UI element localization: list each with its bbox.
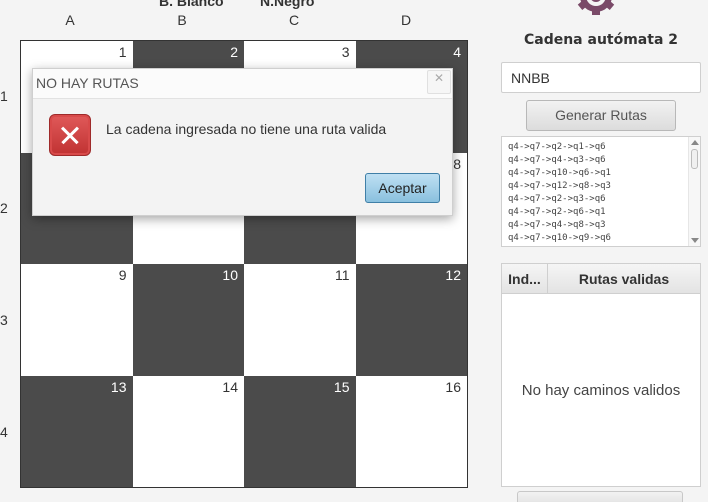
board-cell[interactable]: 15 xyxy=(244,375,356,487)
scroll-up-icon[interactable] xyxy=(691,140,699,145)
cell-number: 2 xyxy=(230,44,238,60)
routes-text: q4->q7->q2->q1->q6 q4->q7->q4->q3->q6 q4… xyxy=(508,142,611,243)
generate-routes-button[interactable]: Generar Rutas xyxy=(526,100,676,131)
scroll-down-icon[interactable] xyxy=(691,238,699,243)
scroll-thumb[interactable] xyxy=(691,149,698,169)
panel-title: Cadena autómata 2 xyxy=(523,32,679,48)
row-label-2: 2 xyxy=(0,200,8,216)
cell-number: 11 xyxy=(334,267,350,283)
board-cell[interactable]: 13 xyxy=(21,375,133,487)
row-label-1: 1 xyxy=(0,88,8,104)
cell-number: 15 xyxy=(333,378,350,395)
accept-button[interactable]: Aceptar xyxy=(365,173,440,203)
routes-textarea[interactable]: q4->q7->q2->q1->q6 q4->q7->q4->q3->q6 q4… xyxy=(501,136,701,247)
cell-number: 16 xyxy=(445,378,461,395)
chain-input[interactable] xyxy=(501,62,701,93)
valid-routes-table[interactable]: Ind... Rutas validas No hay caminos vali… xyxy=(501,263,701,487)
column-label-a: A xyxy=(65,12,75,28)
column-header-routes[interactable]: Rutas validas xyxy=(548,264,700,293)
legend-white: B. Blanco xyxy=(159,0,224,9)
bottom-button[interactable] xyxy=(517,491,683,502)
column-label-d: D xyxy=(400,12,412,28)
table-header: Ind... Rutas validas xyxy=(502,264,700,294)
board-cell[interactable]: 16 xyxy=(355,375,467,487)
board-cell[interactable]: 12 xyxy=(355,264,467,376)
gear-logo-icon xyxy=(570,0,622,18)
row-label-4: 4 xyxy=(0,424,8,440)
cell-number: 3 xyxy=(341,44,350,60)
cell-number: 10 xyxy=(222,267,238,283)
dialog-message: La cadena ingresada no tiene una ruta va… xyxy=(106,121,387,137)
cell-number: 9 xyxy=(118,267,127,283)
error-icon xyxy=(49,114,91,156)
table-placeholder: No hay caminos validos xyxy=(521,382,681,399)
legend-black: N.Negro xyxy=(260,0,315,9)
cell-number: 1 xyxy=(118,44,127,60)
column-label-c: C xyxy=(288,12,300,28)
routes-scrollbar[interactable] xyxy=(688,137,700,246)
board-cell[interactable]: 14 xyxy=(132,375,244,487)
close-icon[interactable]: ✕ xyxy=(427,70,451,94)
row-label-3: 3 xyxy=(0,312,8,328)
column-label-b: B xyxy=(177,12,187,28)
board-cell[interactable]: 9 xyxy=(21,264,133,376)
no-routes-dialog: NO HAY RUTAS ✕ La cadena ingresada no ti… xyxy=(32,68,453,216)
cell-number: 8 xyxy=(453,155,461,172)
board-cell[interactable]: 11 xyxy=(244,264,356,376)
cell-number: 4 xyxy=(453,44,461,60)
cell-number: 14 xyxy=(222,378,238,395)
dialog-title: NO HAY RUTAS xyxy=(36,75,139,91)
cell-number: 13 xyxy=(110,378,127,395)
cell-number: 12 xyxy=(445,267,461,283)
dialog-titlebar[interactable]: NO HAY RUTAS ✕ xyxy=(33,69,452,99)
board-cell[interactable]: 10 xyxy=(132,264,244,376)
column-header-index[interactable]: Ind... xyxy=(502,264,548,293)
